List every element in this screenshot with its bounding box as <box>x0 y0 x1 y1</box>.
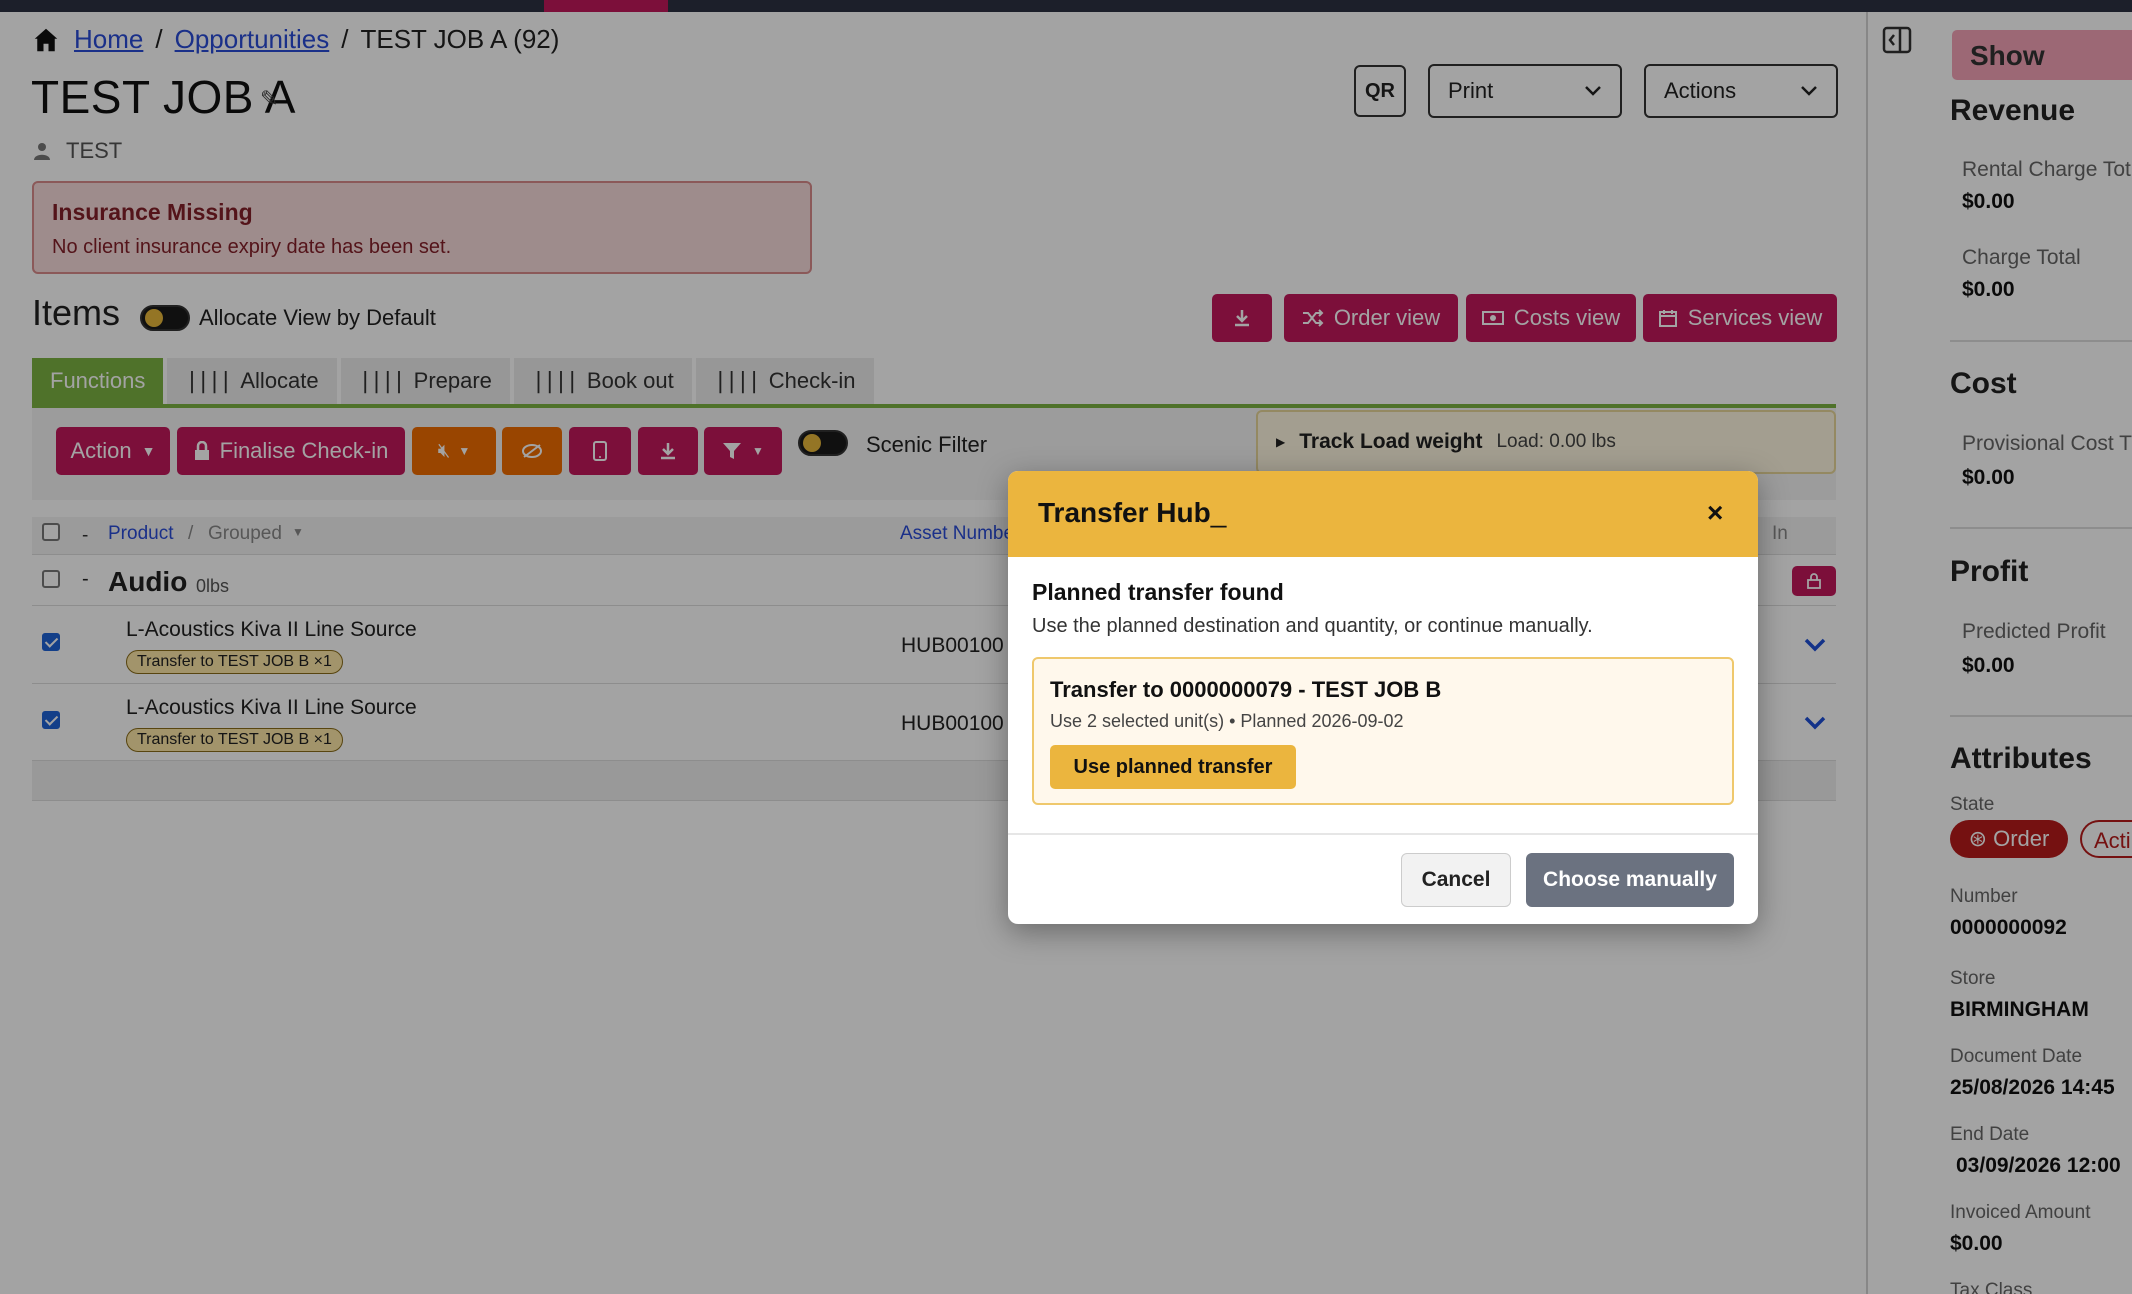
modal-header: Transfer Hub_ <box>1008 471 1758 557</box>
plan-title: Transfer to 0000000079 - TEST JOB B <box>1050 677 1442 702</box>
modal-footer-divider <box>1008 833 1758 835</box>
title-cursor: _ <box>1210 497 1227 528</box>
plan-subtitle: Use 2 selected unit(s) • Planned 2026-09… <box>1050 711 1404 731</box>
planned-transfer-heading: Planned transfer found <box>1032 579 1284 605</box>
close-icon[interactable]: × <box>1707 499 1723 527</box>
planned-transfer-description: Use the planned destination and quantity… <box>1032 615 1593 637</box>
cancel-button[interactable]: Cancel <box>1401 853 1511 907</box>
choose-manually-button[interactable]: Choose manually <box>1526 853 1734 907</box>
planned-transfer-card: Transfer to 0000000079 - TEST JOB B Use … <box>1032 657 1734 805</box>
transfer-hub-modal: Transfer Hub_ × Planned transfer found U… <box>1008 471 1758 924</box>
modal-title: Transfer Hub <box>1038 497 1211 528</box>
use-planned-transfer-button[interactable]: Use planned transfer <box>1050 745 1296 789</box>
